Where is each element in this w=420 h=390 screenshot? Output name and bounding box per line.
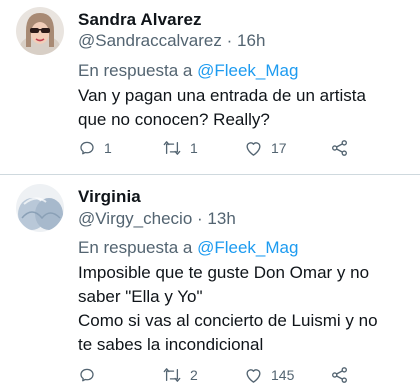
tweet-text: Imposible que te guste Don Omar y no sab…: [78, 261, 413, 357]
reply-icon: [80, 141, 94, 155]
share-icon: [332, 367, 347, 383]
reply-prefix: En respuesta a: [78, 61, 193, 80]
reply-button[interactable]: [78, 364, 104, 386]
retweet-icon: [163, 141, 181, 155]
reply-mention[interactable]: @Fleek_Mag: [197, 238, 298, 257]
separator: ·: [226, 31, 233, 50]
handle[interactable]: @Sandraccalvarez: [78, 31, 222, 50]
share-button[interactable]: [330, 364, 349, 386]
handle-line: @Sandraccalvarez · 16h: [78, 31, 265, 51]
like-count: 145: [271, 367, 295, 383]
retweet-count: 2: [190, 367, 198, 383]
reply-mention[interactable]: @Fleek_Mag: [197, 61, 298, 80]
action-bar: 2 145: [78, 364, 358, 386]
like-count: 17: [271, 140, 287, 156]
avatar[interactable]: [16, 184, 64, 232]
share-button[interactable]: [330, 137, 349, 159]
display-name[interactable]: Sandra Alvarez: [78, 10, 202, 30]
retweet-icon: [163, 368, 181, 382]
retweet-button[interactable]: 1: [162, 137, 198, 159]
reply-prefix: En respuesta a: [78, 238, 193, 257]
like-button[interactable]: 17: [244, 137, 287, 159]
reply-context: En respuesta a @Fleek_Mag: [78, 238, 298, 258]
tweet-text-line: Como si vas al concierto de Luismi y no: [78, 311, 378, 330]
handle[interactable]: @Virgy_checio: [78, 209, 192, 228]
like-icon: [246, 142, 261, 156]
reply-count: 1: [104, 140, 112, 156]
timestamp[interactable]: 16h: [237, 31, 265, 50]
reply-button[interactable]: 1: [78, 137, 112, 159]
tweet-text: Van y pagan una entrada de un artista qu…: [78, 84, 413, 132]
tweet-text-line: saber "Ella y Yo": [78, 287, 203, 306]
tweet-text-line: Van y pagan una entrada de un artista: [78, 86, 366, 105]
like-icon: [246, 369, 261, 383]
retweet-button[interactable]: 2: [162, 364, 198, 386]
tweet-text-line: te sabes la incondicional: [78, 335, 264, 354]
handle-line: @Virgy_checio · 13h: [78, 209, 236, 229]
tweet[interactable]: Virginia @Virgy_checio · 13h En respuest…: [0, 175, 420, 390]
avatar[interactable]: [16, 7, 64, 55]
retweet-count: 1: [190, 140, 198, 156]
reply-context: En respuesta a @Fleek_Mag: [78, 61, 298, 81]
like-button[interactable]: 145: [244, 364, 294, 386]
tweet[interactable]: Sandra Alvarez @Sandraccalvarez · 16h En…: [0, 0, 420, 174]
share-icon: [332, 140, 347, 156]
reply-icon: [80, 368, 94, 382]
tweet-text-line: que no conocen? Really?: [78, 110, 270, 129]
display-name[interactable]: Virginia: [78, 187, 141, 207]
timestamp[interactable]: 13h: [207, 209, 235, 228]
tweet-text-line: Imposible que te guste Don Omar y no: [78, 263, 370, 282]
action-bar: 1 1 17: [78, 137, 358, 159]
separator: ·: [197, 209, 203, 228]
